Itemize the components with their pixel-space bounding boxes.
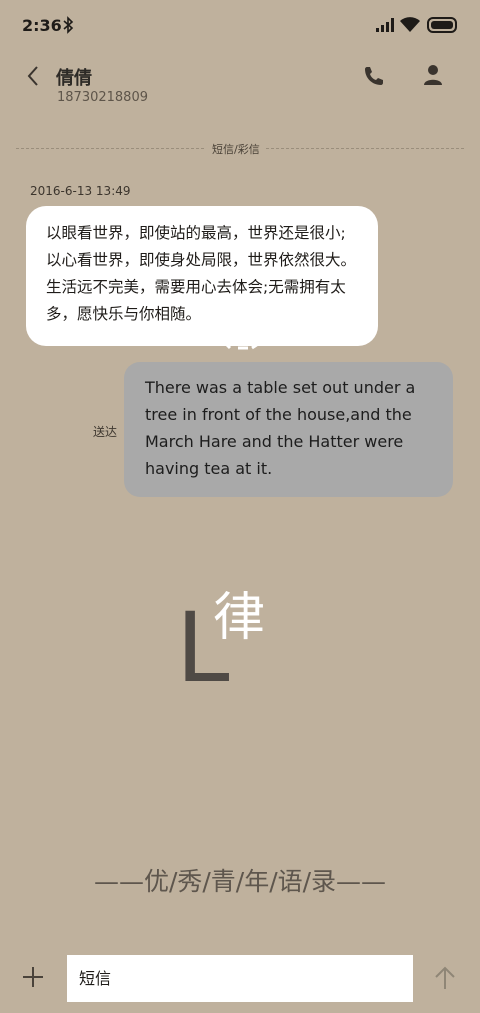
send-arrow-icon[interactable] — [434, 966, 456, 990]
plus-icon[interactable] — [22, 966, 44, 988]
message-input[interactable] — [67, 955, 413, 1002]
battery-icon — [427, 17, 457, 33]
wallpaper-glyph-fragment — [220, 338, 265, 350]
delivery-status: 送达 — [93, 425, 118, 439]
message-timestamp: 2016-6-13 13:49 — [30, 184, 131, 198]
contact-name: 倩倩 — [56, 68, 92, 89]
status-time: 2:36 — [22, 16, 62, 35]
phone-call-icon[interactable] — [362, 64, 386, 88]
wifi-icon — [400, 17, 420, 32]
incoming-message-bubble[interactable]: 以眼看世界，即使站的最高，世界还是很小;以心看世界，即使身处局限，世界依然很大。… — [26, 206, 378, 346]
back-arrow-icon[interactable] — [24, 64, 42, 88]
contact-phone-number: 18730218809 — [57, 90, 148, 105]
bluetooth-icon — [63, 16, 74, 34]
contact-profile-icon[interactable] — [422, 64, 444, 86]
outgoing-message-bubble[interactable]: There was a table set out under a tree i… — [124, 362, 453, 497]
wallpaper-quote: ——优/秀/青/年/语/录—— — [93, 867, 387, 896]
channel-label: 短信/彩信 — [206, 141, 266, 157]
wallpaper-calligraphy: 律 — [213, 588, 266, 648]
signal-icon — [376, 18, 394, 32]
